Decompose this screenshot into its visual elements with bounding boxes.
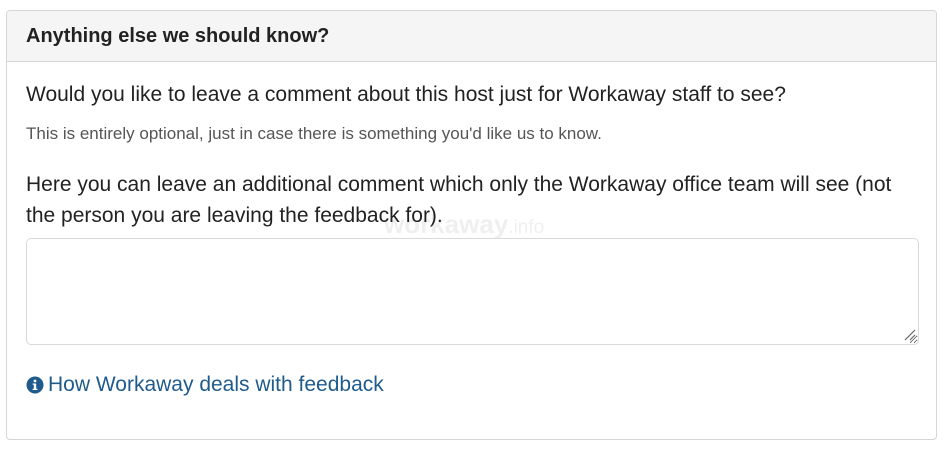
staff-comment-textarea[interactable] (26, 238, 919, 345)
comment-description: Here you can leave an additional comment… (26, 173, 892, 227)
feedback-link-label: How Workaway deals with feedback (48, 373, 384, 396)
info-circle-icon (26, 376, 44, 394)
staff-comment-question: Would you like to leave a comment about … (26, 83, 786, 106)
panel-header: Anything else we should know? (7, 11, 936, 62)
feedback-policy-link[interactable]: How Workaway deals with feedback (26, 373, 384, 397)
panel-title: Anything else we should know? (26, 24, 330, 47)
optional-hint: This is entirely optional, just in case … (26, 124, 602, 143)
comment-panel: Anything else we should know? Would you … (6, 10, 937, 440)
